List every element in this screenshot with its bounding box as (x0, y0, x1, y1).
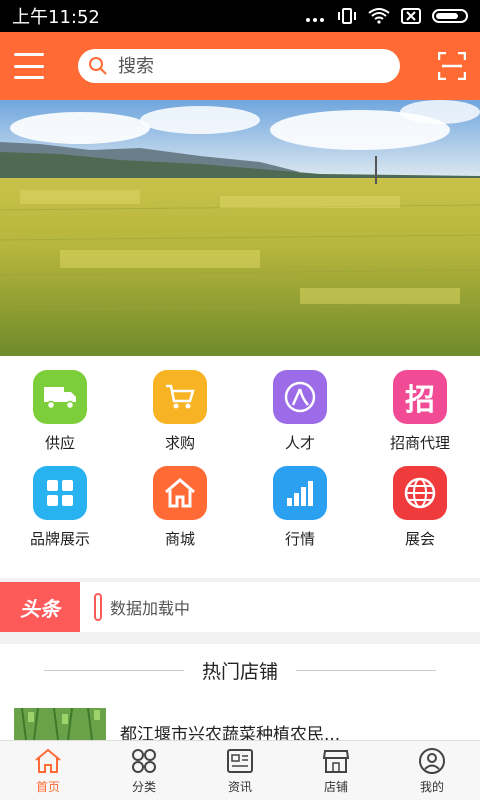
menu-line-icon (14, 64, 44, 68)
grid-item-mall[interactable]: 商城 (120, 466, 240, 562)
grid-item-agency[interactable]: 招 招商代理 (360, 370, 480, 466)
nav-home[interactable]: 首页 (0, 741, 96, 800)
header (0, 32, 480, 100)
nav-category[interactable]: 分类 (96, 741, 192, 800)
globe-icon (393, 466, 447, 520)
news-icon (227, 749, 253, 773)
user-icon (419, 748, 445, 774)
headline-bar[interactable]: 头条 数据加载中 (0, 582, 480, 632)
hot-shops-header: 热门店铺 (0, 644, 480, 696)
rice-field-image (0, 100, 480, 356)
home-icon (153, 466, 207, 520)
vibrate-icon (338, 8, 356, 24)
grid-label: 人才 (284, 434, 315, 452)
person-icon (273, 370, 327, 424)
search-box[interactable] (78, 49, 400, 83)
battery-icon (432, 9, 468, 23)
grid-label: 供应 (44, 434, 75, 452)
shop-thumbnail (14, 708, 106, 740)
grid-label: 品牌展示 (29, 530, 90, 548)
grid-label: 展会 (404, 530, 435, 548)
hot-shops-title: 热门店铺 (201, 660, 278, 683)
home-outline-icon (35, 748, 61, 773)
nav-label: 店铺 (323, 780, 348, 794)
nav-label: 资讯 (227, 780, 252, 794)
bottom-nav: 首页 分类 资讯 店铺 我的 (0, 740, 480, 800)
search-input[interactable] (118, 55, 378, 77)
nav-me[interactable]: 我的 (384, 741, 480, 800)
nav-label: 分类 (131, 780, 156, 794)
category-grid: 供应 求购 人才 招 招商代理 品牌展示 商城 行情 展会 (0, 356, 480, 578)
grid-label: 求购 (164, 434, 195, 452)
tiles-icon (33, 466, 87, 520)
scan-icon[interactable] (438, 52, 466, 80)
grid-item-supply[interactable]: 供应 (0, 370, 120, 466)
shop-icon (322, 750, 350, 773)
nav-shop[interactable]: 店铺 (288, 741, 384, 800)
status-icons (304, 8, 468, 24)
menu-line-icon (14, 53, 44, 56)
grid-item-purchase[interactable]: 求购 (120, 370, 240, 466)
headline-tag: 头条 (0, 582, 80, 632)
divider (296, 669, 436, 671)
grid-item-talent[interactable]: 人才 (240, 370, 360, 466)
menu-line-icon (14, 76, 44, 79)
signal-dots-icon (306, 18, 324, 22)
menu-button[interactable] (14, 53, 44, 79)
grid-item-brand[interactable]: 品牌展示 (0, 466, 120, 562)
status-time: 上午11:52 (12, 7, 100, 28)
banner-image[interactable] (0, 100, 480, 356)
wifi-icon (368, 8, 390, 24)
divider (43, 669, 184, 671)
headline-text: 数据加载中 (110, 599, 191, 618)
grid-label: 招商代理 (389, 434, 450, 452)
truck-icon (33, 370, 87, 424)
no-sim-icon (401, 8, 421, 24)
grid-label: 行情 (284, 530, 315, 548)
cart-icon (153, 370, 207, 424)
category-icon (132, 749, 156, 773)
bar-chart-icon (273, 466, 327, 520)
nav-label: 首页 (35, 780, 60, 794)
zhao-icon: 招 (393, 370, 447, 424)
zhao-char: 招 (405, 383, 435, 418)
grid-label: 商城 (164, 530, 195, 548)
grid-item-expo[interactable]: 展会 (360, 466, 480, 562)
status-bar: 上午11:52 (0, 0, 480, 32)
nav-label: 我的 (419, 780, 444, 794)
headline-marker (94, 593, 102, 621)
shop-list-item[interactable]: 都江堰市兴农蔬菜种植农民... (0, 696, 480, 745)
grid-item-market[interactable]: 行情 (240, 466, 360, 562)
nav-news[interactable]: 资讯 (192, 741, 288, 800)
search-icon (89, 57, 107, 75)
